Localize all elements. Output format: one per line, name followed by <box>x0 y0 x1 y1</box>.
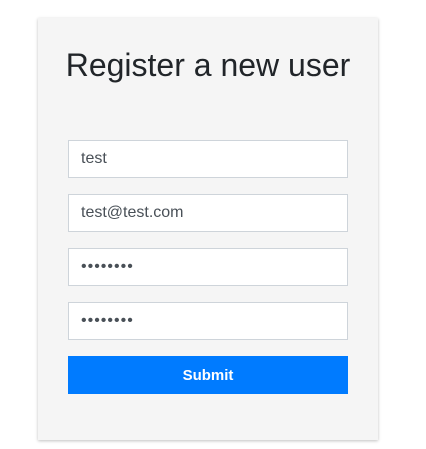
email-field[interactable] <box>68 194 348 232</box>
page-title: Register a new user <box>65 47 351 83</box>
confirm-password-field[interactable] <box>68 302 348 340</box>
username-field[interactable] <box>68 140 348 178</box>
password-field[interactable] <box>68 248 348 286</box>
submit-button[interactable]: Submit <box>68 356 348 394</box>
register-card: Register a new user Submit <box>38 18 378 440</box>
